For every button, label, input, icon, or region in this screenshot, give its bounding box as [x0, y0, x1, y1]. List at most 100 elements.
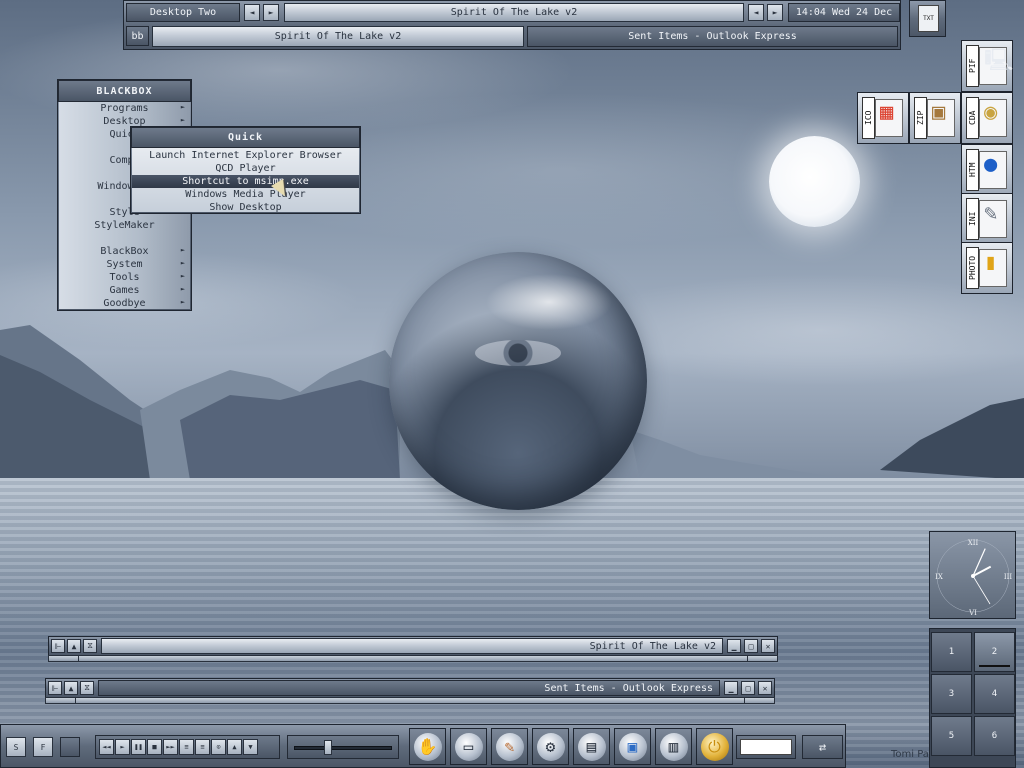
- menu-item-stylemaker[interactable]: StyleMaker: [59, 220, 190, 233]
- media-play-button[interactable]: ►: [115, 739, 130, 755]
- menu-item-tools[interactable]: Tools ►: [59, 272, 190, 285]
- htm-file-icon[interactable]: ● HTM: [961, 144, 1013, 196]
- pager-desktop-1[interactable]: 1: [931, 632, 972, 672]
- pager-desktop-4[interactable]: 4: [974, 674, 1015, 714]
- pager-desktop-6[interactable]: 6: [974, 716, 1015, 756]
- slit-f-button[interactable]: F: [33, 737, 53, 757]
- quick-item-launch-ie[interactable]: Launch Internet Explorer Browser: [132, 149, 359, 162]
- media-open-button[interactable]: ⊙: [211, 739, 226, 755]
- cda-file-icon[interactable]: ◉ CDA: [961, 92, 1013, 144]
- bb-menu-button[interactable]: bb: [126, 26, 149, 46]
- network-icon[interactable]: ⇄: [802, 735, 843, 759]
- media-rewind-button[interactable]: ◄◄: [99, 739, 114, 755]
- window-maximize-button[interactable]: □: [744, 639, 758, 653]
- workspace-label[interactable]: Desktop Two: [126, 3, 240, 22]
- clock-center: [971, 574, 975, 578]
- window-titlebar[interactable]: ⊩ ▲ ⧖ Spirit Of The Lake v2 ▁ □ ✕: [48, 636, 778, 656]
- media-controls: ◄◄ ► ❚❚ ■ ►► ≡ ≡ ⊙ ▲ ▼: [95, 735, 280, 759]
- window-minimize-button[interactable]: ▁: [727, 639, 741, 653]
- volume-knob[interactable]: [324, 740, 333, 755]
- dock-monitor-button[interactable]: ▣: [614, 728, 651, 765]
- menu-item-goodbye[interactable]: Goodbye ►: [59, 298, 190, 311]
- window-pin-button[interactable]: ⊩: [51, 639, 65, 653]
- submenu-arrow-icon: ►: [180, 246, 185, 254]
- photo-file-icon[interactable]: ▮ PHOTO: [961, 242, 1013, 294]
- media-stop-button[interactable]: ■: [147, 739, 162, 755]
- resize-grip-left[interactable]: [49, 656, 79, 661]
- pager-desktop-5[interactable]: 5: [931, 716, 972, 756]
- folder-icon: ▤: [577, 732, 606, 761]
- ini-tag: INI: [966, 198, 979, 240]
- media-volume-up-button[interactable]: ▲: [227, 739, 242, 755]
- dock-tools-button[interactable]: ✎: [491, 728, 528, 765]
- window-minimize-button[interactable]: ▁: [724, 681, 738, 695]
- menu-item-label: Games: [109, 285, 140, 296]
- dock-film-button[interactable]: ⚙: [532, 728, 569, 765]
- window-handle[interactable]: [45, 697, 775, 704]
- window-shade-button[interactable]: ▲: [64, 681, 78, 695]
- window-pin-button[interactable]: ⊩: [48, 681, 62, 695]
- dock-power-button[interactable]: ⏻: [696, 728, 733, 765]
- window-prev-button[interactable]: ◄: [748, 4, 764, 21]
- monitor-glyph: 🖳: [984, 48, 1014, 73]
- pager-desktop-2[interactable]: 2: [974, 632, 1015, 672]
- menu-item-games[interactable]: Games ►: [59, 285, 190, 298]
- dock-briefcase-button[interactable]: ▥: [655, 728, 692, 765]
- ini-file-icon[interactable]: ✎ INI: [961, 193, 1013, 245]
- zip-tag: ZIP: [914, 97, 927, 139]
- media-eq-button[interactable]: ≡: [195, 739, 210, 755]
- slit-s-button[interactable]: S: [6, 737, 26, 757]
- slit-blank-button[interactable]: [60, 737, 80, 757]
- drive-icon: ▭: [454, 732, 483, 761]
- resize-grip-right[interactable]: [744, 698, 774, 703]
- workspace-prev-button[interactable]: ◄: [244, 4, 260, 21]
- tools-icon: ✎: [495, 732, 524, 761]
- txt-file-button[interactable]: TXT: [909, 0, 946, 37]
- dock-drive-button[interactable]: ▭: [450, 728, 487, 765]
- task-button-spirit[interactable]: Spirit Of The Lake v2: [152, 26, 524, 47]
- task-button-outlook[interactable]: Sent Items - Outlook Express: [527, 26, 898, 47]
- media-pause-button[interactable]: ❚❚: [131, 739, 146, 755]
- dock-folder-button[interactable]: ▤: [573, 728, 610, 765]
- quick-submenu-title[interactable]: Quick: [131, 127, 360, 148]
- media-playlist-button[interactable]: ≡: [179, 739, 194, 755]
- pif-file-icon[interactable]: 🖳 PIF: [961, 40, 1013, 92]
- window-shade-button[interactable]: ▲: [67, 639, 81, 653]
- window-close-button[interactable]: ✕: [761, 639, 775, 653]
- window-maximize-button[interactable]: □: [741, 681, 755, 695]
- dock-hand-button[interactable]: ✋: [409, 728, 446, 765]
- pager-desktop-3[interactable]: 3: [931, 674, 972, 714]
- slit-text-input[interactable]: [740, 739, 792, 755]
- menu-item-label: System: [106, 259, 143, 270]
- quick-item-show-desktop[interactable]: Show Desktop: [132, 201, 359, 214]
- zip-file-icon[interactable]: ▣ ZIP: [909, 92, 961, 144]
- ico-tag: ICO: [862, 97, 875, 139]
- window-stick-button[interactable]: ⧖: [80, 681, 94, 695]
- menu-item-system[interactable]: System ►: [59, 259, 190, 272]
- slit-entry-box[interactable]: [736, 735, 796, 759]
- resize-grip-left[interactable]: [46, 698, 76, 703]
- ico-file-icon[interactable]: ▦ ICO: [857, 92, 909, 144]
- window-handle[interactable]: [48, 655, 778, 662]
- window-next-button[interactable]: ►: [767, 4, 783, 21]
- volume-slider[interactable]: [287, 735, 399, 759]
- mirror-sphere: [389, 252, 647, 510]
- blackbox-menu-title[interactable]: BLACKBOX: [58, 80, 191, 102]
- toolbar-clock[interactable]: 14:04 Wed 24 Dec: [788, 3, 900, 22]
- toolbar-window-label[interactable]: Spirit Of The Lake v2: [284, 3, 744, 22]
- media-volume-down-button[interactable]: ▼: [243, 739, 258, 755]
- clock-numeral-9: IX: [935, 573, 943, 581]
- workspace-next-button[interactable]: ►: [263, 4, 279, 21]
- resize-grip-right[interactable]: [747, 656, 777, 661]
- menu-item-programs[interactable]: Programs ►: [59, 103, 190, 116]
- window-close-button[interactable]: ✕: [758, 681, 772, 695]
- quick-item-msimn-shortcut[interactable]: Shortcut to msimn.exe: [132, 175, 359, 188]
- media-forward-button[interactable]: ►►: [163, 739, 178, 755]
- window-titlebar[interactable]: ⊩ ▲ ⧖ Sent Items - Outlook Express ▁ □ ✕: [45, 678, 775, 698]
- analog-clock[interactable]: XII III VI IX: [929, 531, 1016, 619]
- menu-item-blackbox[interactable]: BlackBox ►: [59, 246, 190, 259]
- quick-item-qcd-player[interactable]: QCD Player: [132, 162, 359, 175]
- htm-tag: HTM: [966, 149, 979, 191]
- window-stick-button[interactable]: ⧖: [83, 639, 97, 653]
- quick-item-windows-media-player[interactable]: Windows Media Player: [132, 188, 359, 201]
